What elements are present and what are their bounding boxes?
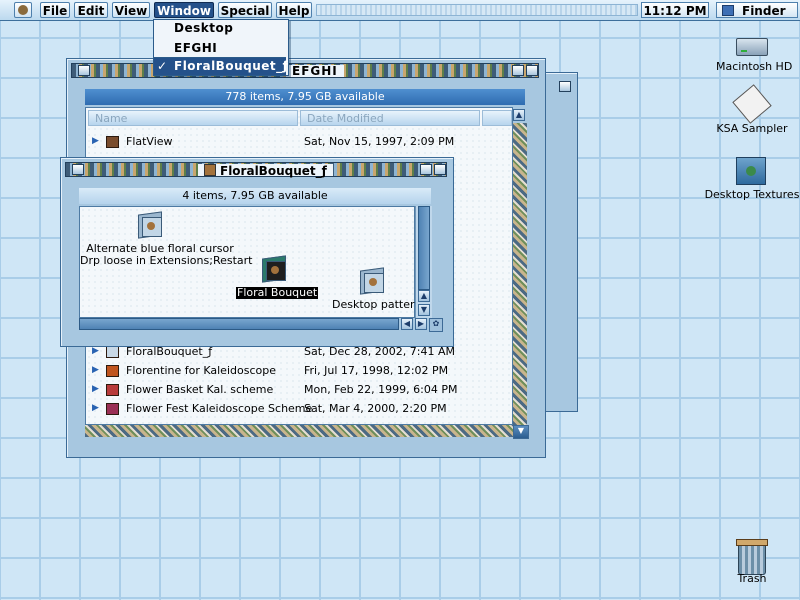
size-box-icon[interactable]: ✿ — [429, 318, 443, 332]
column-header-date[interactable]: Date Modified — [300, 110, 480, 126]
window-title: FloralBouquet_ƒ — [198, 164, 333, 178]
file-date: Sat, Nov 15, 1997, 2:09 PM — [304, 135, 455, 148]
window-menu-item-efghi[interactable]: EFGHI — [154, 40, 286, 57]
menu-file[interactable]: File — [40, 2, 70, 18]
file-date: Sat, Mar 4, 2000, 2:20 PM — [304, 402, 447, 415]
window-title: EFGHI — [286, 65, 344, 77]
icon-view: Alternate blue floral cursor Drp loose i… — [79, 206, 427, 318]
floral-border — [513, 123, 527, 425]
menu-item-label: Desktop — [174, 21, 234, 35]
zoom-box-icon[interactable] — [420, 164, 432, 175]
menu-bar: File Edit View Window Special Help 11:12… — [0, 0, 800, 21]
window-status-bar: 778 items, 7.95 GB available — [85, 89, 525, 105]
menu-item-label: EFGHI — [174, 41, 218, 55]
apple-menu-icon[interactable] — [14, 2, 32, 18]
file-icon — [106, 403, 119, 415]
scroll-up-arrow-icon[interactable]: ▲ — [418, 290, 430, 302]
vertical-scrollbar[interactable]: ▲ ▼ — [415, 206, 432, 318]
folder-icon[interactable] — [358, 267, 384, 295]
application-name: Finder — [742, 4, 786, 18]
window-status-bar: 4 items, 7.95 GB available — [79, 188, 431, 204]
horizontal-scrollbar[interactable] — [79, 318, 399, 330]
window-menu-dropdown: Desktop EFGHI ✓ FloralBouquet_ƒ — [153, 19, 289, 76]
column-header-blank[interactable] — [482, 110, 512, 126]
hard-disk-icon[interactable] — [736, 38, 768, 58]
file-date: Fri, Jul 17, 1998, 12:02 PM — [304, 364, 449, 377]
desktop-icon-label[interactable]: KSA Sampler — [712, 122, 792, 135]
icon-label[interactable]: Desktop patterns — [332, 299, 427, 311]
scroll-down-arrow-icon[interactable]: ▼ — [418, 304, 430, 316]
pen-document-icon[interactable] — [732, 84, 772, 124]
list-item[interactable]: ▶ Flower Fest Kaleidoscope Scheme Sat, M… — [86, 399, 506, 418]
file-icon — [106, 136, 119, 148]
menu-edit[interactable]: Edit — [74, 2, 108, 18]
floral-border-bottom — [85, 425, 513, 437]
window-menu-item-desktop[interactable]: Desktop — [154, 20, 286, 37]
icon-label[interactable]: Alternate blue floral cursor Drp loose i… — [80, 243, 252, 267]
disclosure-triangle-icon[interactable]: ▶ — [92, 399, 99, 418]
scroll-left-arrow-icon[interactable]: ◀ — [401, 318, 413, 330]
application-menu[interactable]: Finder — [716, 2, 798, 18]
desktop-textures-icon[interactable] — [736, 157, 766, 185]
desktop-icon-label[interactable]: Trash — [726, 572, 778, 585]
collapse-box-icon[interactable] — [434, 164, 446, 175]
disclosure-triangle-icon[interactable]: ▶ — [92, 380, 99, 399]
collapse-box-icon[interactable] — [526, 65, 538, 76]
checkmark-icon: ✓ — [157, 59, 168, 73]
desktop-icon-label[interactable]: Desktop Textures — [704, 188, 800, 201]
window-titlebar[interactable]: EFGHI — [71, 63, 539, 78]
column-header-name[interactable]: Name — [88, 110, 298, 126]
finder-icon — [722, 5, 734, 16]
menu-help[interactable]: Help — [276, 2, 312, 18]
menu-item-label: FloralBouquet_ƒ — [174, 59, 289, 73]
window-menu-item-floralbouquet[interactable]: ✓ FloralBouquet_ƒ — [154, 58, 289, 75]
list-item[interactable]: ▶ Florentine for Kaleidoscope Fri, Jul 1… — [86, 361, 506, 380]
size-box-icon[interactable]: ▼ — [513, 425, 529, 439]
icon-label[interactable]: Floral Bouquet — [236, 287, 319, 299]
file-date: Mon, Feb 22, 1999, 6:04 PM — [304, 383, 458, 396]
disclosure-triangle-icon[interactable]: ▶ — [92, 361, 99, 380]
list-item[interactable]: ▶ FlatView Sat, Nov 15, 1997, 2:09 PM — [86, 132, 506, 151]
menu-window[interactable]: Window — [154, 2, 214, 18]
list-item[interactable]: ▶ Flower Basket Kal. scheme Mon, Feb 22,… — [86, 380, 506, 399]
scroll-up-arrow-icon[interactable]: ▲ — [513, 109, 525, 121]
file-name: Flower Fest Kaleidoscope Scheme — [126, 402, 313, 415]
file-icon — [106, 384, 119, 396]
menu-special[interactable]: Special — [218, 2, 272, 18]
trash-icon[interactable] — [736, 539, 768, 575]
floral-bouquet-icon[interactable] — [260, 255, 286, 283]
close-box-icon[interactable] — [72, 164, 84, 175]
folder-icon[interactable] — [136, 211, 162, 239]
window-floralbouquet: FloralBouquet_ƒ 4 items, 7.95 GB availab… — [60, 157, 454, 347]
disclosure-triangle-icon[interactable]: ▶ — [92, 132, 99, 151]
scroll-thumb[interactable] — [418, 206, 430, 290]
folder-title-icon — [204, 164, 216, 176]
desktop-icon-label[interactable]: Macintosh HD — [716, 60, 792, 73]
menubar-clock[interactable]: 11:12 PM — [641, 2, 709, 18]
window-title-text: FloralBouquet_ƒ — [220, 164, 327, 178]
menu-view[interactable]: View — [112, 2, 150, 18]
file-icon — [106, 365, 119, 377]
zoom-box-icon[interactable] — [512, 65, 524, 76]
scroll-right-arrow-icon[interactable]: ▶ — [415, 318, 427, 330]
file-name: Flower Basket Kal. scheme — [126, 383, 274, 396]
close-box-icon[interactable] — [78, 65, 90, 76]
file-name: Florentine for Kaleidoscope — [126, 364, 276, 377]
file-name: FlatView — [126, 135, 173, 148]
window-titlebar[interactable]: FloralBouquet_ƒ — [65, 162, 447, 177]
folder-icon — [106, 346, 119, 358]
menubar-filler — [316, 4, 638, 16]
collapse-box-icon[interactable] — [559, 81, 571, 92]
